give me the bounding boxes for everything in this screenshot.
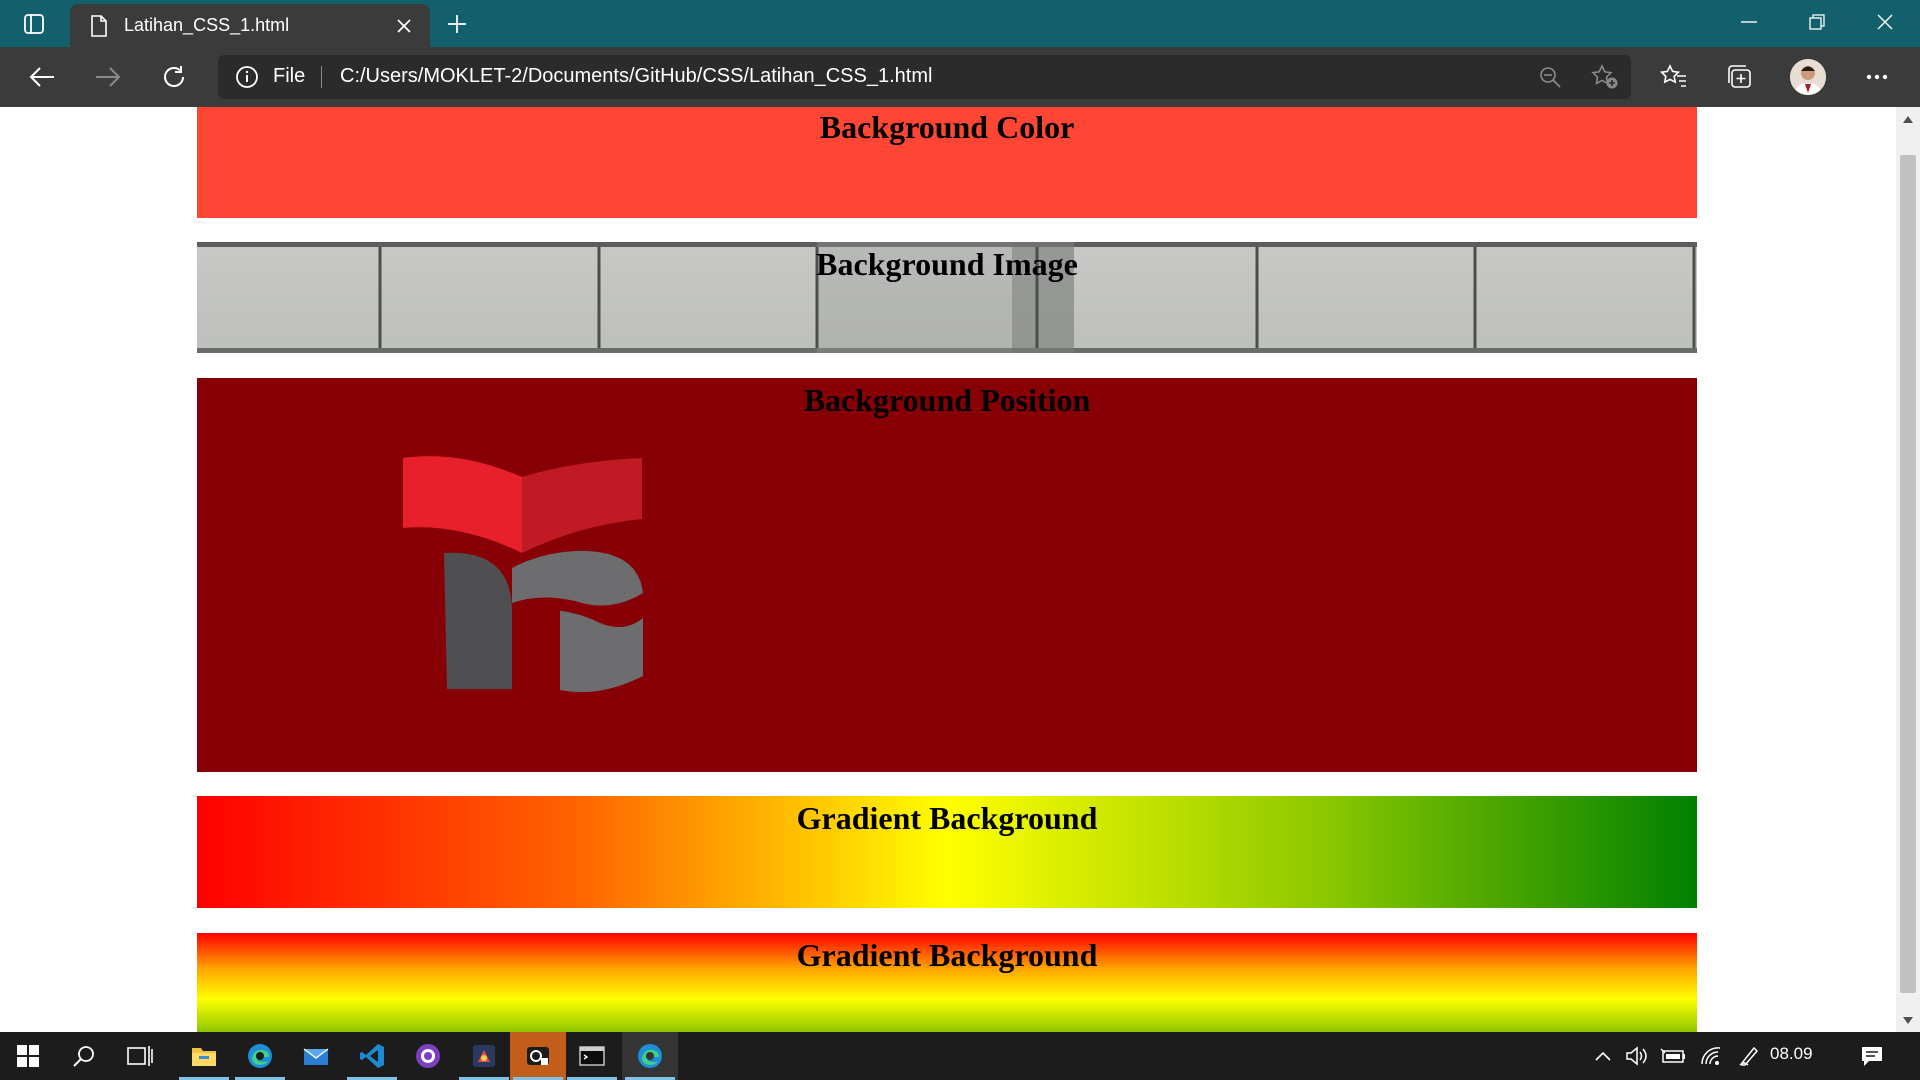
tab-title: Latihan_CSS_1.html — [124, 15, 290, 35]
plus-icon — [448, 15, 466, 33]
section-heading: Gradient Background — [796, 937, 1098, 973]
collections-button[interactable] — [1718, 57, 1762, 97]
edge-icon — [638, 1044, 662, 1068]
zoom-out-button[interactable] — [1535, 63, 1565, 91]
search-icon — [73, 1046, 94, 1067]
tab-actions-icon — [24, 14, 44, 34]
section-gradient-horizontal: Gradient Background — [197, 796, 1697, 908]
refresh-icon — [164, 66, 184, 87]
section-gradient-vertical: Gradient Background — [197, 933, 1697, 1032]
add-favorite-icon — [1591, 64, 1618, 89]
close-icon — [397, 18, 411, 33]
tab-actions-button[interactable] — [14, 8, 54, 40]
mail-icon — [303, 1048, 329, 1065]
close-window-icon — [1877, 14, 1893, 30]
page-viewport: Background Color Background Image Backgr… — [0, 107, 1896, 1032]
more-button[interactable] — [1855, 57, 1899, 97]
pen-icon — [1739, 1046, 1759, 1066]
search-button[interactable] — [56, 1032, 112, 1080]
section-background-color: Background Color — [197, 107, 1697, 218]
scroll-down-button[interactable] — [1896, 1008, 1920, 1032]
app-icon — [473, 1045, 495, 1067]
chevron-up-icon — [1595, 1051, 1611, 1061]
favorites-button[interactable] — [1652, 57, 1696, 97]
battery-button[interactable] — [1656, 1032, 1690, 1080]
back-icon — [29, 67, 54, 87]
new-tab-button[interactable] — [440, 8, 474, 40]
github-desktop-icon — [416, 1044, 440, 1068]
collections-icon — [1728, 65, 1751, 88]
profile-avatar[interactable] — [1790, 59, 1826, 95]
scroll-up-button[interactable] — [1896, 107, 1920, 131]
scheme-label[interactable]: File — [273, 65, 305, 88]
taskbar-file-explorer[interactable] — [176, 1032, 232, 1080]
taskbar-edge-active[interactable] — [622, 1032, 678, 1080]
restore-icon — [1809, 14, 1825, 30]
address-separator — [321, 66, 322, 88]
show-hidden-icons-button[interactable] — [1588, 1032, 1618, 1080]
taskbar-clock[interactable]: 08.09 — [1770, 1044, 1813, 1064]
start-icon — [17, 1045, 39, 1067]
action-center-button[interactable] — [1850, 1032, 1894, 1080]
close-window-button[interactable] — [1851, 0, 1919, 44]
taskbar-app[interactable] — [456, 1032, 512, 1080]
notification-icon — [1862, 1047, 1882, 1066]
start-button[interactable] — [0, 1032, 56, 1080]
page-icon — [88, 14, 110, 38]
browser-toolbar: File C:/Users/MOKLET-2/Documents/GitHub/… — [0, 47, 1920, 107]
section-heading: Background Color — [819, 109, 1075, 145]
url-text[interactable]: C:/Users/MOKLET-2/Documents/GitHub/CSS/L… — [340, 65, 932, 88]
vertical-scrollbar[interactable] — [1896, 107, 1920, 1032]
forward-icon — [96, 67, 121, 87]
wifi-icon — [1701, 1047, 1721, 1065]
section-background-position: Background Position — [197, 378, 1697, 772]
section-heading: Background Position — [803, 382, 1091, 418]
title-bar: Latihan_CSS_1.html — [0, 0, 1920, 47]
volume-icon — [1626, 1046, 1647, 1066]
edge-icon — [248, 1044, 272, 1068]
arrow-down-icon — [1903, 1016, 1913, 1024]
section-background-image: Background Image — [197, 242, 1697, 353]
forward-button[interactable] — [86, 57, 130, 97]
terminal-icon — [579, 1046, 605, 1066]
taskbar-app-highlighted[interactable] — [510, 1032, 566, 1080]
school-logo — [403, 456, 643, 693]
back-button[interactable] — [20, 57, 64, 97]
add-favorite-button[interactable] — [1589, 63, 1621, 91]
info-icon[interactable] — [235, 65, 259, 89]
pen-workspace-button[interactable] — [1732, 1032, 1766, 1080]
file-explorer-icon — [192, 1048, 216, 1066]
more-icon — [1866, 74, 1888, 80]
taskbar-github-desktop[interactable] — [400, 1032, 456, 1080]
restore-button[interactable] — [1783, 0, 1851, 44]
minimize-icon — [1741, 21, 1757, 23]
refresh-button[interactable] — [152, 57, 196, 97]
app-icon — [527, 1047, 549, 1065]
taskbar-mail[interactable] — [288, 1032, 344, 1080]
battery-icon — [1660, 1048, 1685, 1063]
vscode-icon — [360, 1044, 384, 1068]
zoom-out-icon — [1540, 67, 1561, 88]
browser-tab[interactable]: Latihan_CSS_1.html — [70, 4, 430, 47]
section-heading: Gradient Background — [796, 800, 1098, 836]
volume-button[interactable] — [1622, 1032, 1652, 1080]
task-view-icon — [127, 1046, 153, 1066]
taskbar-edge[interactable] — [232, 1032, 288, 1080]
taskbar: 08.09 — [0, 1032, 1920, 1080]
address-bar[interactable]: File C:/Users/MOKLET-2/Documents/GitHub/… — [218, 55, 1631, 99]
scrollbar-thumb[interactable] — [1900, 155, 1916, 993]
taskbar-vscode[interactable] — [344, 1032, 400, 1080]
network-button[interactable] — [1694, 1032, 1728, 1080]
minimize-button[interactable] — [1715, 0, 1783, 44]
tab-close-button[interactable] — [390, 12, 418, 40]
taskbar-terminal[interactable] — [564, 1032, 620, 1080]
task-view-button[interactable] — [112, 1032, 168, 1080]
arrow-up-icon — [1903, 115, 1913, 123]
favorites-icon — [1660, 64, 1686, 87]
section-heading: Background Image — [816, 246, 1078, 282]
